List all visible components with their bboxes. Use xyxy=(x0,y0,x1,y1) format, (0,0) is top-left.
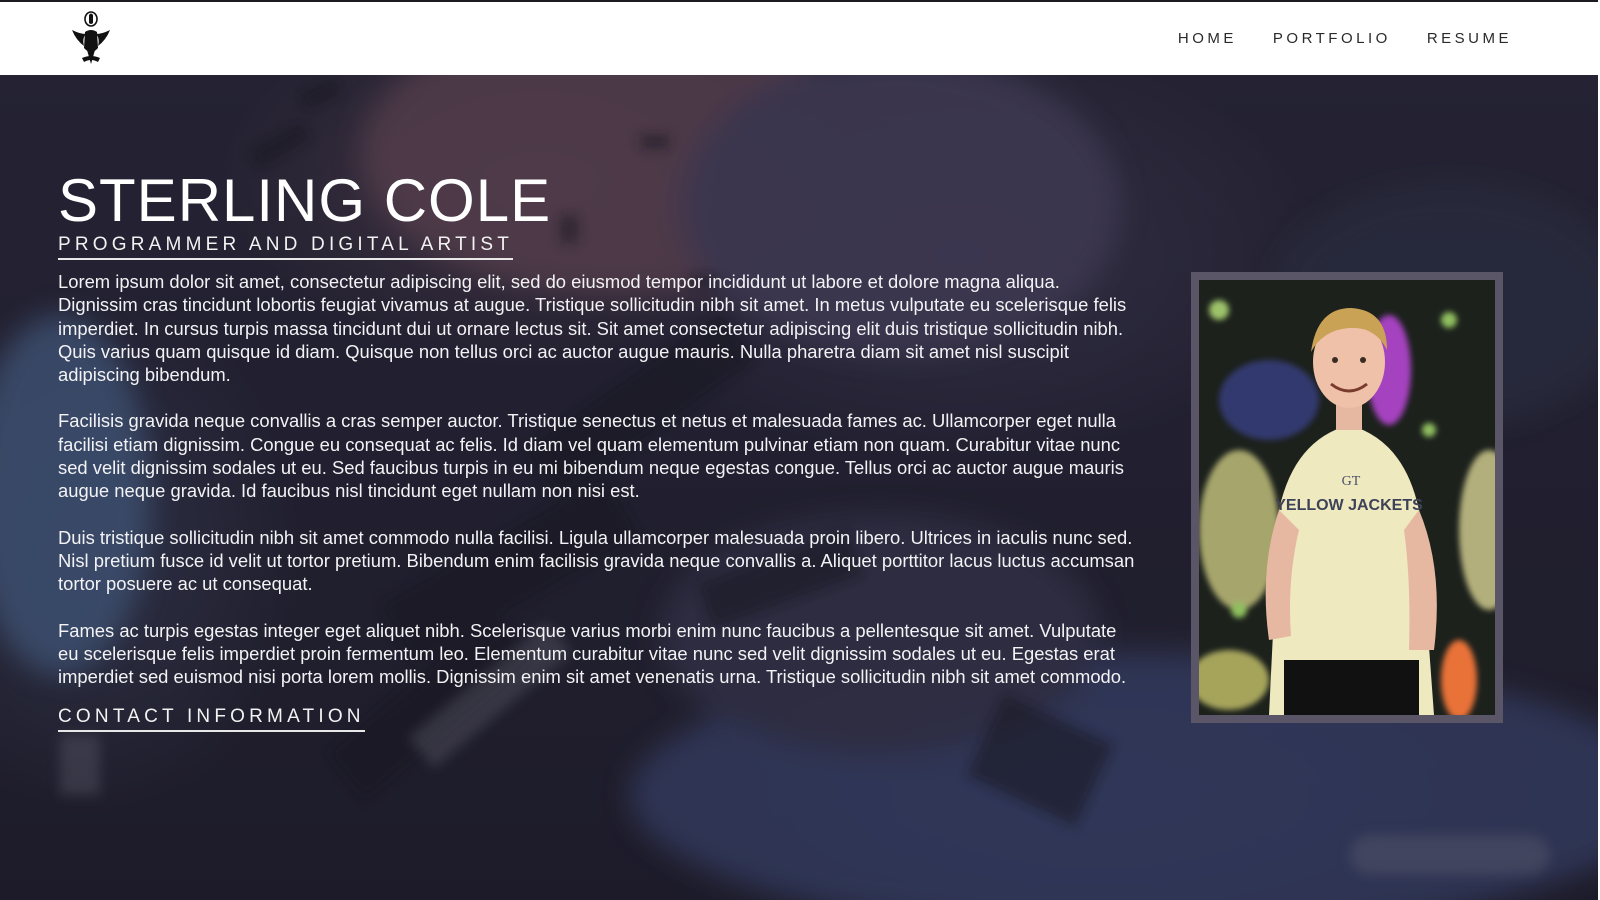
shirt-logo-text: GT xyxy=(1342,474,1361,489)
profile-photo: GT YELLOW JACKETS xyxy=(1199,280,1495,715)
bio-paragraph-4: Fames ac turpis egestas integer eget ali… xyxy=(58,619,1127,688)
bio-paragraph-3: Duis tristique sollicitudin nibh sit ame… xyxy=(58,526,1135,595)
top-navbar: HOME PORTFOLIO RESUME xyxy=(0,0,1600,75)
about-content: STERLING COLE PROGRAMMER AND DIGITAL ART… xyxy=(58,167,1138,733)
eagle-crest-icon[interactable] xyxy=(68,10,114,68)
contact-information-link[interactable]: CONTACT INFORMATION xyxy=(58,706,365,733)
nav-resume-link[interactable]: RESUME xyxy=(1427,30,1512,47)
bio-paragraph-2: Facilisis gravida neque convallis a cras… xyxy=(58,410,1124,502)
nav-portfolio-link[interactable]: PORTFOLIO xyxy=(1273,30,1391,47)
subtitle: PROGRAMMER AND DIGITAL ARTIST xyxy=(58,234,514,260)
page-title: STERLING COLE xyxy=(58,167,552,234)
portrait-frame: GT YELLOW JACKETS xyxy=(1191,272,1503,723)
nav-home-link[interactable]: HOME xyxy=(1178,30,1237,47)
nav-links: HOME PORTFOLIO RESUME xyxy=(1178,2,1512,75)
bio-paragraph-1: Lorem ipsum dolor sit amet, consectetur … xyxy=(58,271,1127,386)
shirt-text: YELLOW JACKETS xyxy=(1275,497,1423,514)
